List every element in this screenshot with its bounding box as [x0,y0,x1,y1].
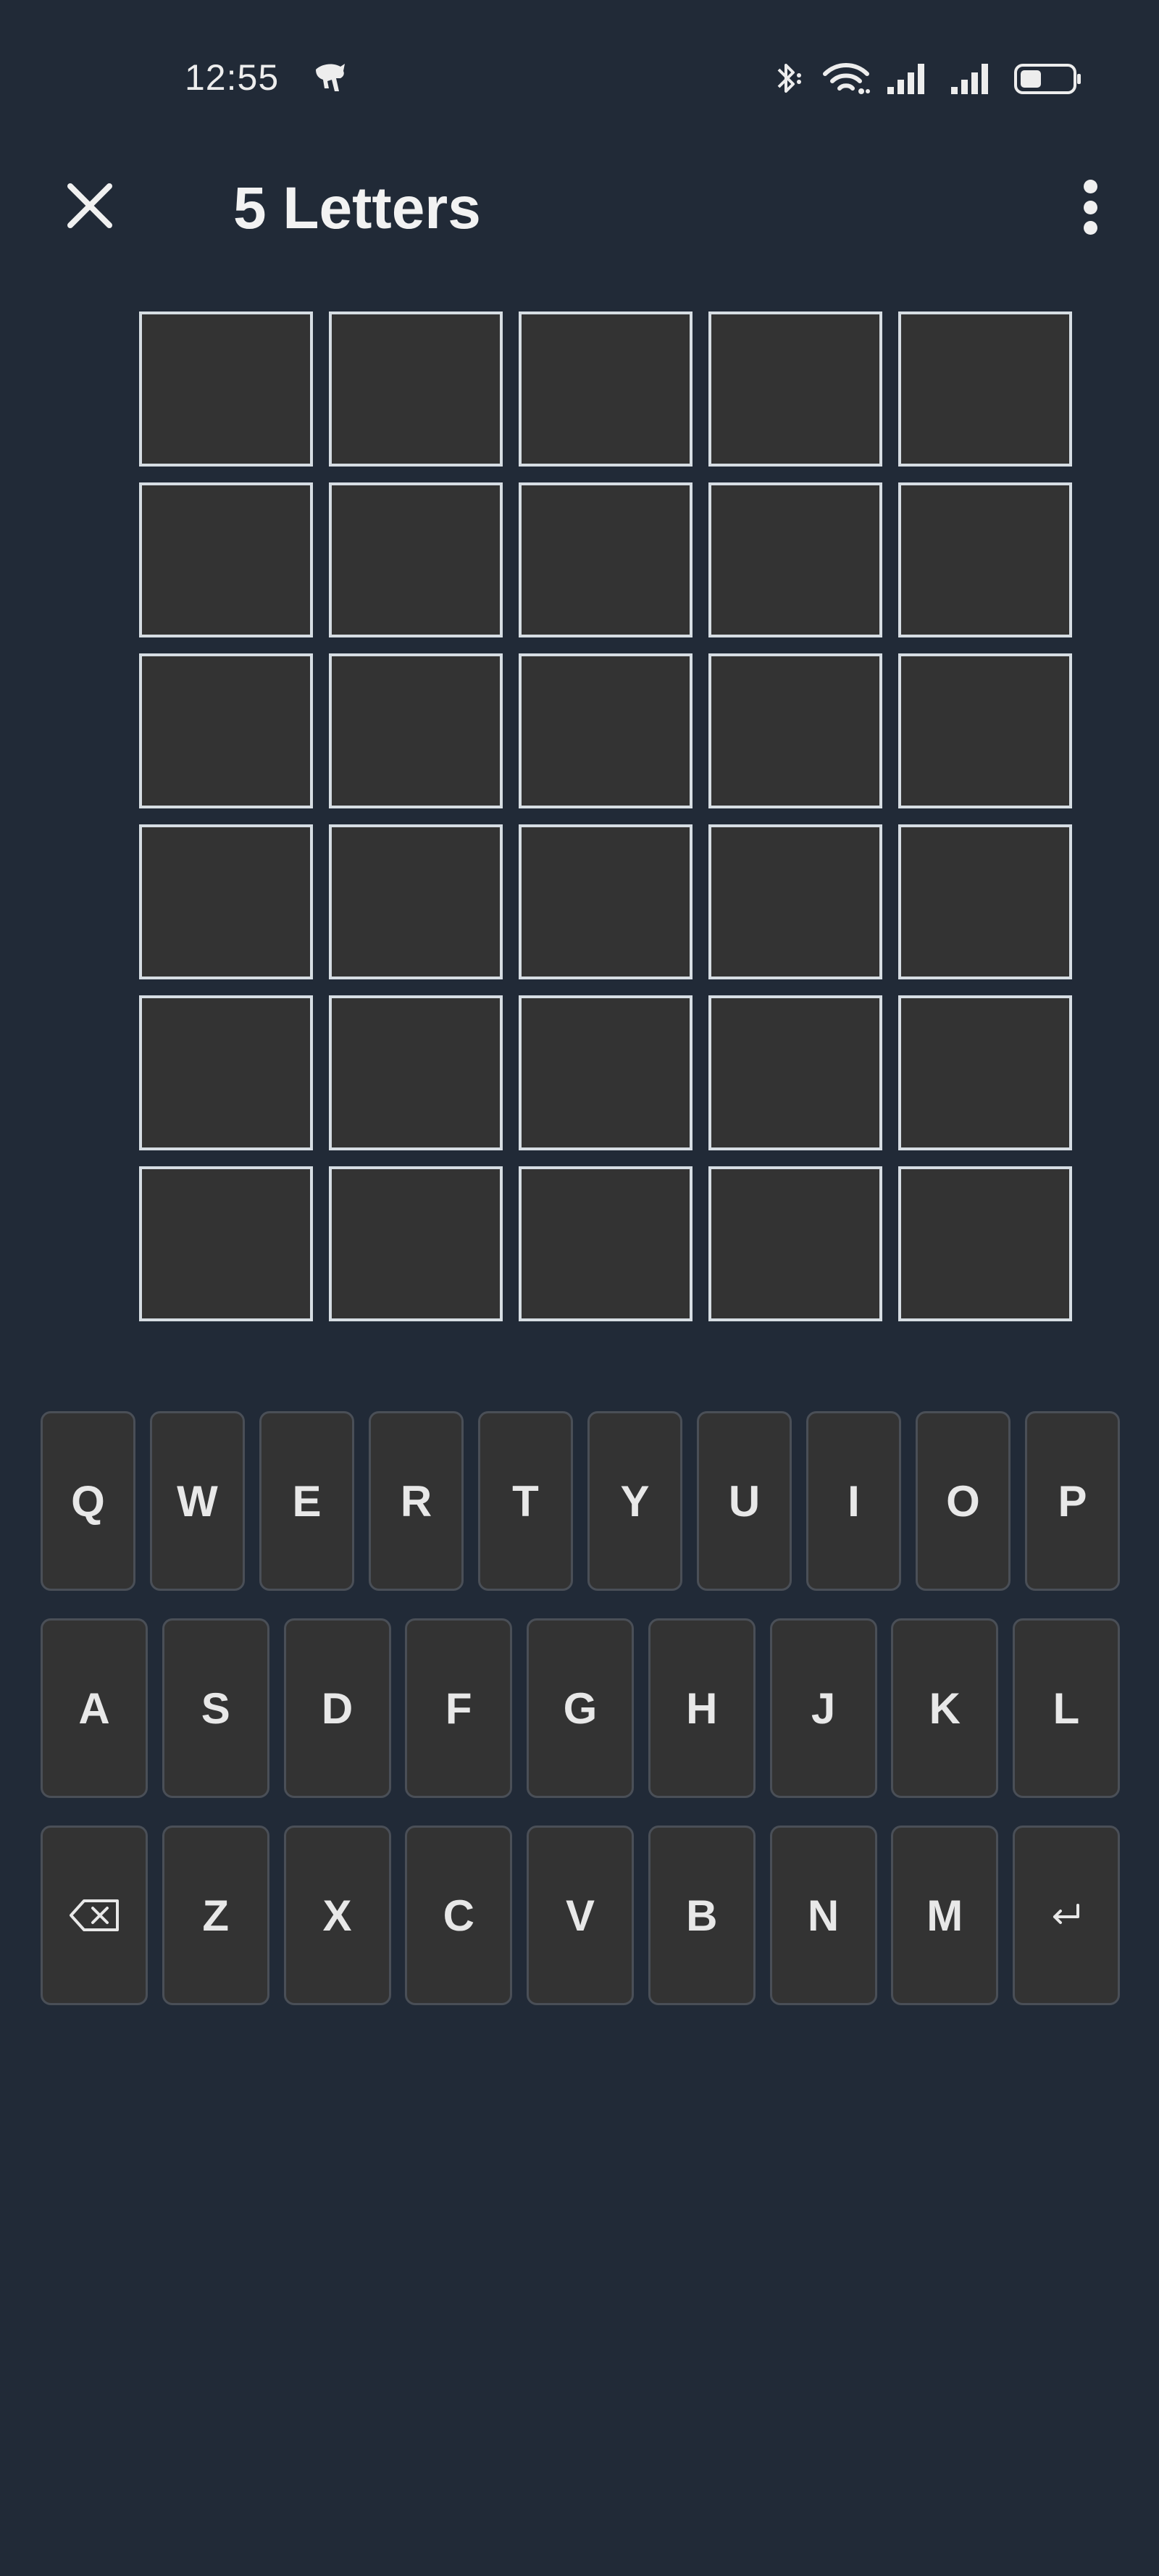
key-p[interactable]: P [1025,1411,1120,1591]
letter-tile [519,1166,693,1321]
key-t[interactable]: T [478,1411,573,1591]
letter-tile [898,653,1072,808]
enter-key[interactable] [1013,1826,1120,2005]
letter-tile [139,995,313,1150]
letter-tile [708,482,882,637]
key-i[interactable]: I [806,1411,901,1591]
letter-tile [139,482,313,637]
letter-tile [898,995,1072,1150]
letter-grid [139,311,1074,1321]
app-notification-icon [311,59,349,97]
more-vert-icon-dot [1083,200,1097,214]
status-time: 12:55 [185,57,280,98]
letter-tile [139,824,313,979]
key-m[interactable]: M [891,1826,999,2005]
key-v[interactable]: V [527,1826,634,2005]
keyboard: QWERTYUIOP ASDFGHJKL ZXCVBNM [41,1411,1120,2033]
page-title: 5 Letters [233,175,481,241]
letter-tile [519,653,693,808]
signal-icon [887,64,924,94]
key-x[interactable]: X [283,1826,391,2005]
letter-tile [329,824,503,979]
key-n[interactable]: N [769,1826,877,2005]
keyboard-row-2: ASDFGHJKL [41,1618,1120,1798]
battery-icon [1014,64,1081,94]
key-q[interactable]: Q [41,1411,135,1591]
key-d[interactable]: D [283,1618,391,1798]
letter-tile [329,311,503,467]
letter-tile [708,311,882,467]
key-k[interactable]: K [891,1618,999,1798]
key-z[interactable]: Z [162,1826,269,2005]
letter-tile [708,1166,882,1321]
status-bar: 12:55 [0,0,1159,145]
letter-tile [329,995,503,1150]
more-vert-icon [1083,180,1097,193]
key-w[interactable]: W [150,1411,245,1591]
key-e[interactable]: E [259,1411,354,1591]
keyboard-row-3: ZXCVBNM [41,1826,1120,2005]
letter-tile [519,482,693,637]
letter-tile [898,824,1072,979]
close-icon [67,183,112,228]
bluetooth-icon [777,64,801,93]
key-c[interactable]: C [405,1826,513,2005]
letter-tile [898,311,1072,467]
signal-icon [951,64,988,94]
letter-tile [519,824,693,979]
letter-tile [708,995,882,1150]
key-h[interactable]: H [648,1618,756,1798]
key-a[interactable]: A [41,1618,148,1798]
key-r[interactable]: R [369,1411,464,1591]
key-u[interactable]: U [697,1411,792,1591]
key-y[interactable]: Y [587,1411,682,1591]
key-g[interactable]: G [527,1618,634,1798]
app-bar: 5 Letters [0,145,1159,283]
key-o[interactable]: O [916,1411,1011,1591]
close-button[interactable] [58,174,122,238]
keyboard-row-1: QWERTYUIOP [41,1411,1120,1591]
key-b[interactable]: B [648,1826,756,2005]
letter-tile [139,311,313,467]
letter-tile [139,1166,313,1321]
letter-tile [519,995,693,1150]
key-j[interactable]: J [769,1618,877,1798]
wifi-icon [823,63,870,94]
key-f[interactable]: F [405,1618,513,1798]
letter-tile [708,824,882,979]
key-s[interactable]: S [162,1618,269,1798]
letter-tile [519,311,693,467]
letter-tile [329,653,503,808]
backspace-key[interactable] [41,1826,148,2005]
letter-tile [708,653,882,808]
key-l[interactable]: L [1013,1618,1120,1798]
letter-tile [329,482,503,637]
letter-tile [329,1166,503,1321]
letter-tile [898,482,1072,637]
letter-tile [139,653,313,808]
more-vert-icon-dot [1083,221,1097,235]
status-icons [771,59,1083,97]
enter-icon [1053,1904,1079,1924]
backspace-icon [70,1899,119,1931]
letter-tile [898,1166,1072,1321]
more-options-button[interactable] [1072,171,1108,243]
